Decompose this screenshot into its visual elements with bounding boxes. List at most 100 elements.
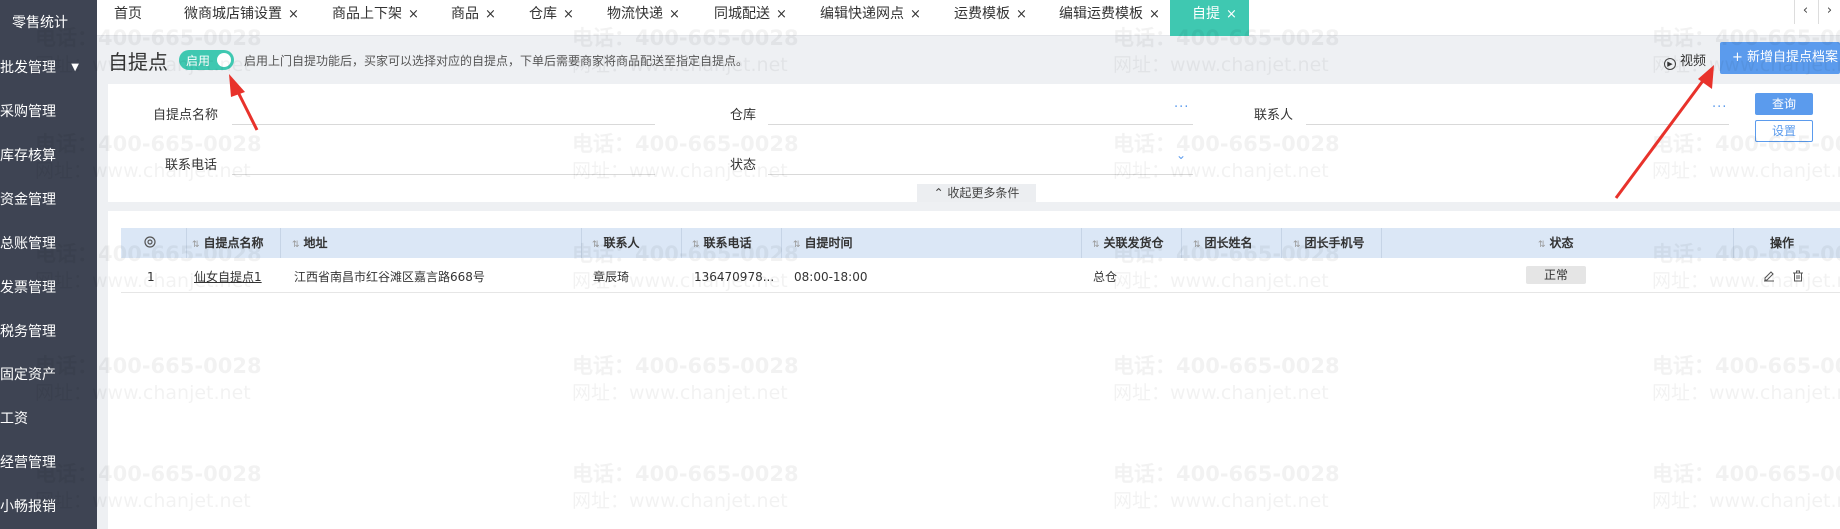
pickup-address: 江西省南昌市红谷滩区嘉言路668号: [294, 270, 485, 284]
sort-icon: ⇅: [1193, 240, 1201, 250]
sidebar-item-purchase[interactable]: 采购管理: [0, 92, 97, 132]
tab-label: 首页: [114, 6, 142, 22]
tab-label: 微商城店铺设置: [184, 6, 282, 22]
table-panel: [108, 211, 1840, 529]
sort-icon: ⇅: [1293, 240, 1301, 250]
edit-icon[interactable]: [1763, 270, 1775, 282]
column-header-status[interactable]: ⇅ 状态: [1538, 228, 1574, 258]
close-icon[interactable]: ×: [669, 7, 680, 22]
sidebar-item-label: 资金管理: [0, 192, 56, 208]
column-header-ops: 操作: [1770, 236, 1795, 250]
phone-label: 联系电话: [165, 158, 218, 173]
tab-product-shelf[interactable]: 商品上下架 ×: [332, 0, 419, 36]
sidebar-item-tax[interactable]: 税务管理: [0, 312, 97, 352]
watermark-site: 网址：www.chanjet.net: [1113, 54, 1329, 76]
warehouse-input[interactable]: [768, 124, 1193, 125]
phone-input[interactable]: [232, 174, 655, 175]
tab-shipping-template[interactable]: 运费模板 ×: [954, 0, 1027, 36]
column-header-phone[interactable]: ⇅ 联系电话: [692, 228, 752, 258]
sidebar-item-reimbursement[interactable]: 小畅报销: [0, 487, 97, 527]
column-header-label: 自提时间: [804, 236, 853, 250]
sidebar-item-label: 发票管理: [0, 280, 56, 296]
column-header-address[interactable]: ⇅ 地址: [292, 228, 328, 258]
close-icon[interactable]: ×: [1226, 7, 1237, 22]
column-header-label: 联系电话: [703, 236, 752, 250]
play-icon: ▶: [1664, 58, 1676, 70]
sidebar-item-operations[interactable]: 经营管理: [0, 443, 97, 483]
column-divider: [1733, 228, 1734, 258]
delete-icon[interactable]: [1792, 270, 1804, 282]
video-label: 视频: [1680, 54, 1707, 69]
column-header-warehouse[interactable]: ⇅ 关联发货仓: [1092, 228, 1164, 258]
sidebar-item-ledger[interactable]: 总账管理: [0, 224, 97, 264]
chevron-right-icon: ›: [1826, 3, 1833, 18]
column-header-name[interactable]: ⇅ 自提点名称: [192, 228, 264, 258]
sidebar-item-invoice[interactable]: 发票管理: [0, 268, 97, 308]
close-icon[interactable]: ×: [485, 7, 496, 22]
sort-icon: ⇅: [793, 240, 801, 250]
tab-scroll-right-button[interactable]: ›: [1818, 0, 1840, 24]
sort-icon: ⇅: [192, 240, 200, 250]
pickup-name-input[interactable]: [232, 124, 655, 125]
sort-icon: ⇅: [592, 240, 600, 250]
tab-edit-shipping-template[interactable]: 编辑运费模板 ×: [1059, 0, 1160, 36]
query-button[interactable]: 查询: [1755, 93, 1813, 115]
tab-mall-settings[interactable]: 微商城店铺设置 ×: [184, 0, 299, 36]
close-icon[interactable]: ×: [910, 7, 921, 22]
column-divider: [280, 228, 281, 258]
pickup-enable-toggle[interactable]: 启用: [179, 50, 234, 70]
close-icon[interactable]: ×: [776, 7, 787, 22]
close-icon[interactable]: ×: [408, 7, 419, 22]
video-link[interactable]: ▶ 视频: [1664, 50, 1706, 70]
sidebar-item-label: 经营管理: [0, 455, 56, 471]
column-header-leader-phone[interactable]: ⇅ 团长手机号: [1293, 228, 1365, 258]
close-icon[interactable]: ×: [1149, 7, 1160, 22]
tab-bar: 首页 微商城店铺设置 × 商品上下架 × 商品 × 仓库 × 物流快递 × 同城配送 × 编…: [97, 0, 1840, 36]
sidebar-item-fixed-assets[interactable]: 固定资产: [0, 355, 97, 395]
add-pickup-point-button[interactable]: + 新增自提点档案: [1720, 42, 1840, 74]
tab-local-delivery[interactable]: 同城配送 ×: [714, 0, 787, 36]
column-header-contact[interactable]: ⇅ 联系人: [592, 228, 640, 258]
tab-edit-express-outlet[interactable]: 编辑快递网点 ×: [820, 0, 921, 36]
settings-button[interactable]: 设置: [1755, 120, 1813, 142]
tab-label: 物流快递: [607, 6, 663, 22]
sidebar-item-label: 库存核算: [0, 148, 56, 164]
tab-label: 自提: [1192, 6, 1220, 22]
tab-home[interactable]: 首页: [114, 0, 142, 36]
column-header-leader-name[interactable]: ⇅ 团长姓名: [1193, 228, 1253, 258]
column-divider: [1381, 228, 1382, 258]
tab-label: 商品上下架: [332, 6, 402, 22]
close-icon[interactable]: ×: [1016, 7, 1027, 22]
status-select[interactable]: [768, 174, 1193, 175]
sidebar-item-retail-stats[interactable]: 零售统计: [12, 3, 109, 43]
contact-input[interactable]: [1306, 124, 1729, 125]
tab-label: 编辑运费模板: [1059, 6, 1143, 22]
tab-products[interactable]: 商品 ×: [451, 0, 496, 36]
chevron-down-icon[interactable]: ⌄: [1176, 148, 1186, 162]
close-icon[interactable]: ×: [288, 7, 299, 22]
column-settings-icon[interactable]: [143, 228, 157, 258]
close-icon[interactable]: ×: [563, 7, 574, 22]
pickup-name-link[interactable]: 仙女自提点1: [194, 267, 262, 287]
tab-pickup[interactable]: 自提 ×: [1170, 0, 1249, 36]
sidebar-item-funds[interactable]: 资金管理: [0, 180, 97, 220]
sidebar-item-inventory[interactable]: 库存核算: [0, 136, 97, 176]
contact-picker-icon[interactable]: ···: [1712, 100, 1727, 115]
chevron-left-icon: ‹: [1802, 3, 1809, 18]
column-header-time[interactable]: ⇅ 自提时间: [793, 228, 853, 258]
sidebar-item-salary[interactable]: 工资: [0, 399, 97, 439]
tab-scroll-left-button[interactable]: ‹: [1794, 0, 1816, 24]
warehouse-picker-icon[interactable]: ···: [1174, 100, 1189, 115]
sidebar-item-label: 采购管理: [0, 104, 56, 120]
sort-icon: ⇅: [692, 240, 700, 250]
column-divider: [1081, 228, 1082, 258]
sidebar-item-wholesale[interactable]: 批发管理 ▼: [0, 48, 97, 88]
sidebar-item-label: 零售统计: [12, 15, 68, 31]
warehouse-label: 仓库: [730, 108, 757, 123]
page-title: 自提点: [108, 50, 168, 74]
collapse-conditions-button[interactable]: ⌃ 收起更多条件: [917, 184, 1036, 202]
tab-warehouse[interactable]: 仓库 ×: [529, 0, 574, 36]
tab-logistics[interactable]: 物流快递 ×: [607, 0, 680, 36]
column-header-label: 地址: [303, 236, 328, 250]
column-header-label: 状态: [1549, 236, 1574, 250]
